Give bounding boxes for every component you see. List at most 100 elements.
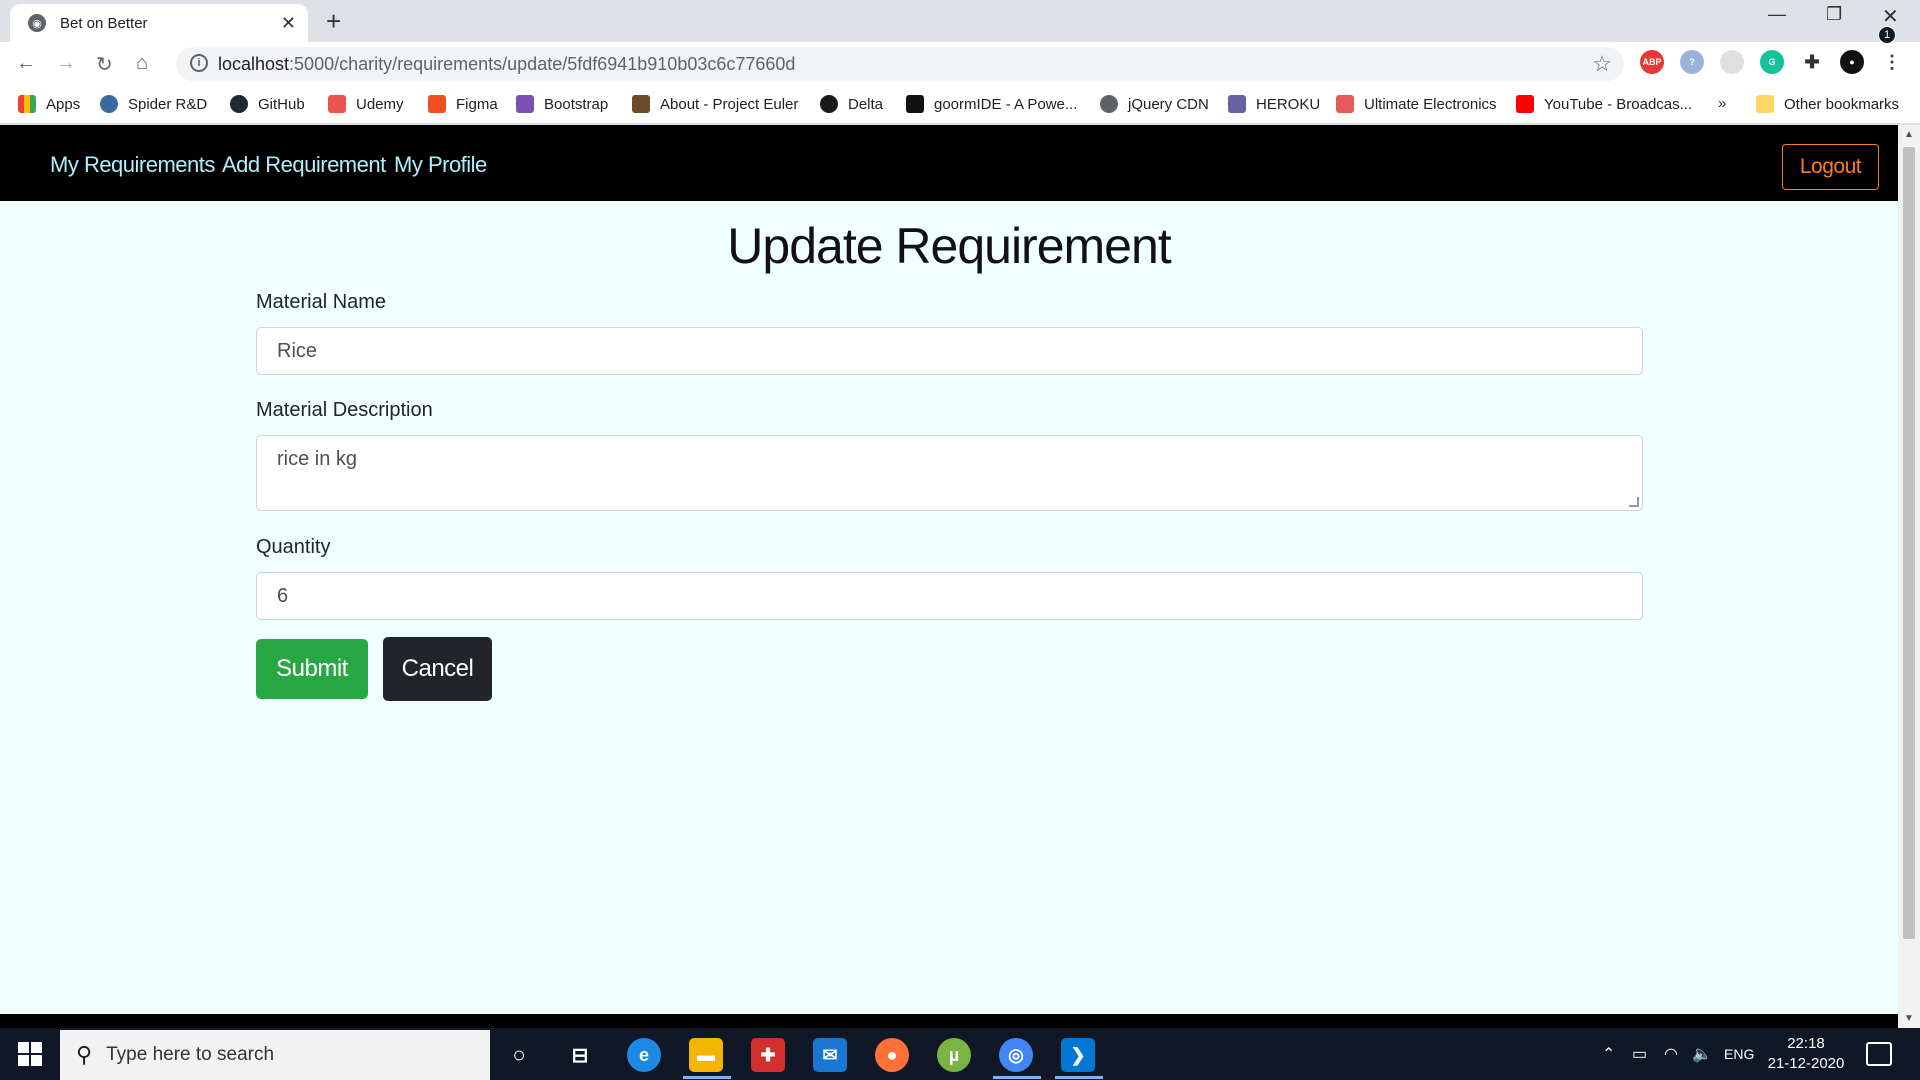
adblock-icon[interactable]: ABP	[1640, 50, 1664, 74]
spider-icon	[100, 95, 118, 113]
browser-tab[interactable]: ◉ Bet on Better ✕	[10, 4, 308, 42]
web-page: My Requirements Add Requirement My Profi…	[0, 125, 1898, 1014]
terminal-icon	[906, 95, 924, 113]
extension-icon[interactable]	[1720, 50, 1744, 74]
active-app-indicator	[683, 1076, 731, 1079]
minimize-icon[interactable]: —	[1768, 4, 1786, 25]
clock[interactable]: 22:18 21-12-2020	[1766, 1034, 1846, 1074]
bookmark-bootstrap[interactable]: Bootstrap	[516, 95, 608, 113]
bookmark-delta[interactable]: Delta	[820, 95, 883, 113]
battery-icon[interactable]: ▭	[1632, 1044, 1647, 1064]
bookmark-other[interactable]: Other bookmarks	[1756, 95, 1899, 113]
globe-icon: ◉	[28, 14, 46, 32]
bookmark-goormide[interactable]: goormIDE - A Powe...	[906, 95, 1077, 113]
wifi-icon[interactable]: ◠	[1664, 1044, 1678, 1064]
windows-start-icon[interactable]	[18, 1042, 42, 1066]
resize-handle-icon[interactable]	[1629, 497, 1639, 507]
show-hidden-icons-icon[interactable]: ⌃	[1602, 1044, 1615, 1064]
address-bar[interactable]: i localhost:5000/charity/requirements/up…	[176, 47, 1624, 81]
page-scrollbar[interactable]: ▲ ▼	[1898, 125, 1920, 1028]
bookmark-figma[interactable]: Figma	[428, 95, 498, 113]
nav-my-requirements[interactable]: My Requirements	[50, 152, 215, 178]
info-icon[interactable]: i	[190, 54, 208, 72]
search-icon: ⚲	[76, 1042, 93, 1067]
taskbar: ⚲ Type here to search ○ ⊟ e ▬ ✚ ✉ ● µ ◎ …	[0, 1028, 1920, 1080]
bookmarks-bar: Apps Spider R&D GitHub Udemy Figma Boots…	[0, 86, 1920, 124]
apps-grid-icon	[18, 95, 36, 113]
navbar: My Requirements Add Requirement My Profi…	[0, 125, 1898, 201]
material-description-label: Material Description	[256, 399, 433, 421]
language-indicator[interactable]: ENG	[1724, 1046, 1754, 1062]
material-description-value: rice in kg	[277, 448, 358, 470]
vscode-icon[interactable]: ❯	[1061, 1038, 1095, 1072]
puzzle-extensions-icon[interactable]: ✚	[1800, 50, 1824, 74]
edge-icon[interactable]: e	[627, 1038, 661, 1072]
submit-button[interactable]: Submit	[256, 639, 368, 699]
scroll-thumb[interactable]	[1903, 147, 1915, 939]
page-bottom-bar	[0, 1014, 1898, 1028]
firefox-icon[interactable]: ●	[875, 1038, 909, 1072]
book-icon	[1336, 95, 1354, 113]
udemy-icon	[328, 95, 346, 113]
quantity-label: Quantity	[256, 536, 331, 558]
grammarly-icon[interactable]: G	[1760, 50, 1784, 74]
notification-count-badge: 1	[1878, 26, 1896, 44]
profile-avatar-icon[interactable]: ●	[1840, 50, 1864, 74]
menu-kebab-icon[interactable]: ⋮	[1880, 50, 1904, 74]
project-euler-icon	[632, 95, 650, 113]
browser-tabstrip: ◉ Bet on Better ✕ + — ❐ ✕	[0, 0, 1920, 42]
cortana-icon[interactable]: ○	[502, 1038, 536, 1072]
taskbar-search[interactable]: ⚲ Type here to search	[60, 1030, 490, 1080]
figma-icon	[428, 95, 446, 113]
new-tab-icon[interactable]: +	[326, 6, 341, 37]
more-bookmarks-icon[interactable]: »	[1718, 95, 1726, 112]
bookmark-jquery[interactable]: jQuery CDN	[1100, 95, 1209, 113]
scroll-down-icon[interactable]: ▼	[1904, 1013, 1914, 1024]
bookmark-star-icon[interactable]: ☆	[1592, 51, 1612, 77]
gift-app-icon[interactable]: ✚	[751, 1038, 785, 1072]
bookmark-youtube[interactable]: YouTube - Broadcas...	[1516, 95, 1692, 113]
page-title: Update Requirement	[727, 218, 1171, 274]
bookmark-udemy[interactable]: Udemy	[328, 95, 404, 113]
bookmark-project-euler[interactable]: About - Project Euler	[632, 95, 798, 113]
task-view-icon[interactable]: ⊟	[563, 1038, 597, 1072]
address-url[interactable]: localhost:5000/charity/requirements/upda…	[218, 54, 795, 75]
close-tab-icon[interactable]: ✕	[281, 13, 296, 34]
bookmark-apps[interactable]: Apps	[18, 95, 80, 113]
cancel-button[interactable]: Cancel	[383, 637, 492, 701]
tab-title: Bet on Better	[60, 14, 148, 32]
forward-icon[interactable]: →	[56, 52, 76, 75]
material-name-label: Material Name	[256, 291, 387, 313]
restore-icon[interactable]: ❐	[1826, 4, 1842, 25]
chrome-icon[interactable]: ◎	[999, 1038, 1033, 1072]
nav-add-requirement[interactable]: Add Requirement	[222, 152, 386, 178]
material-name-input[interactable]: Rice	[256, 327, 1643, 375]
taskbar-search-placeholder: Type here to search	[106, 1044, 275, 1065]
quantity-input[interactable]: 6	[256, 572, 1643, 620]
browser-toolbar: ← → ↻ ⌂ i localhost:5000/charity/require…	[0, 42, 1920, 86]
utorrent-icon[interactable]: µ	[937, 1038, 971, 1072]
delta-icon	[820, 95, 838, 113]
bookmark-ultimate-electronics[interactable]: Ultimate Electronics	[1336, 95, 1497, 113]
logout-button[interactable]: Logout	[1782, 144, 1879, 190]
bookmark-spider[interactable]: Spider R&D	[100, 95, 207, 113]
heroku-icon	[1228, 95, 1246, 113]
file-explorer-icon[interactable]: ▬	[689, 1038, 723, 1072]
bookmark-github[interactable]: GitHub	[230, 95, 305, 113]
scroll-up-icon[interactable]: ▲	[1904, 129, 1914, 140]
clock-time: 22:18	[1787, 1035, 1825, 1052]
extension-icon[interactable]: ?	[1680, 50, 1704, 74]
material-description-textarea[interactable]: rice in kg	[256, 435, 1643, 511]
notification-center-icon[interactable]	[1866, 1042, 1892, 1066]
volume-icon[interactable]: 🔈	[1692, 1044, 1712, 1064]
active-app-indicator	[1055, 1076, 1103, 1079]
bootstrap-icon	[516, 95, 534, 113]
back-icon[interactable]: ←	[16, 52, 36, 75]
nav-my-profile[interactable]: My Profile	[394, 152, 487, 178]
mail-icon[interactable]: ✉	[813, 1038, 847, 1072]
github-icon	[230, 95, 248, 113]
bookmark-heroku[interactable]: HEROKU	[1228, 95, 1320, 113]
home-icon[interactable]: ⌂	[136, 52, 148, 75]
active-app-indicator	[993, 1076, 1041, 1079]
reload-icon[interactable]: ↻	[96, 52, 113, 77]
